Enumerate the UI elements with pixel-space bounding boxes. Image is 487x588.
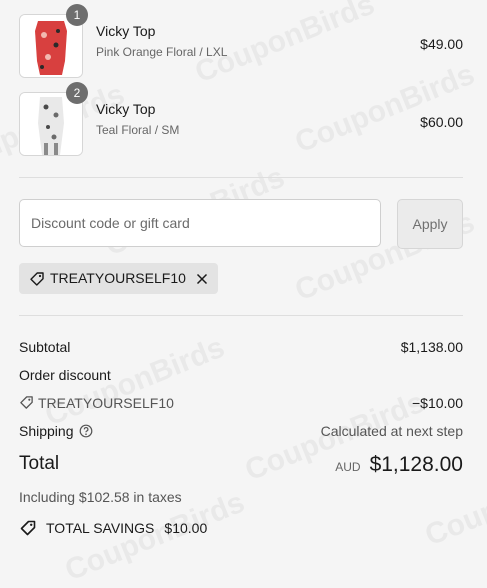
total-label: Total [19,453,60,474]
savings-value: $10.00 [164,520,208,536]
apply-button[interactable]: Apply [397,199,463,249]
total-row: Total AUD $1,128.00 [19,453,463,481]
divider [19,177,463,178]
line-item: 2 Vicky Top Teal Floral / SM $60.00 [19,82,463,156]
currency-code: AUD [335,460,361,474]
tag-icon [29,271,45,292]
applied-discount-code: TREATYOURSELF10 [50,270,186,286]
subtotal-value: $1,138.00 [400,339,463,355]
remove-discount-icon[interactable] [196,272,208,290]
product-name: Vicky Top [96,23,156,39]
tag-icon [19,395,35,411]
discount-code-label: TREATYOURSELF10 [38,395,174,411]
savings-group: TOTAL SAVINGS $10.00 [19,519,207,537]
order-discount-label: Order discount [19,367,111,383]
divider [19,315,463,316]
applied-discount-chip: TREATYOURSELF10 [19,263,218,294]
discount-code-input[interactable] [19,199,381,247]
shipping-label-group: Shipping [19,423,93,439]
subtotal-label: Subtotal [19,339,71,355]
product-variant: Pink Orange Floral / LXL [96,45,228,59]
discount-value: −$10.00 [412,395,463,411]
savings-tag-icon [19,519,37,537]
taxes-note: Including $102.58 in taxes [19,489,182,505]
shipping-value: Calculated at next step [320,423,463,439]
total-amount: AUD $1,128.00 [335,453,463,477]
help-icon[interactable] [79,424,93,438]
quantity-badge: 2 [66,82,88,104]
quantity-badge: 1 [66,4,88,26]
product-name: Vicky Top [96,101,156,117]
product-price: $60.00 [420,114,463,130]
line-item: 1 Vicky Top Pink Orange Floral / LXL $49… [19,4,463,78]
shipping-label: Shipping [19,423,74,439]
savings-label: TOTAL SAVINGS [46,520,155,536]
product-variant: Teal Floral / SM [96,123,180,137]
product-price: $49.00 [420,36,463,52]
total-value: $1,128.00 [369,453,463,476]
discount-code-line: TREATYOURSELF10 [19,395,174,411]
